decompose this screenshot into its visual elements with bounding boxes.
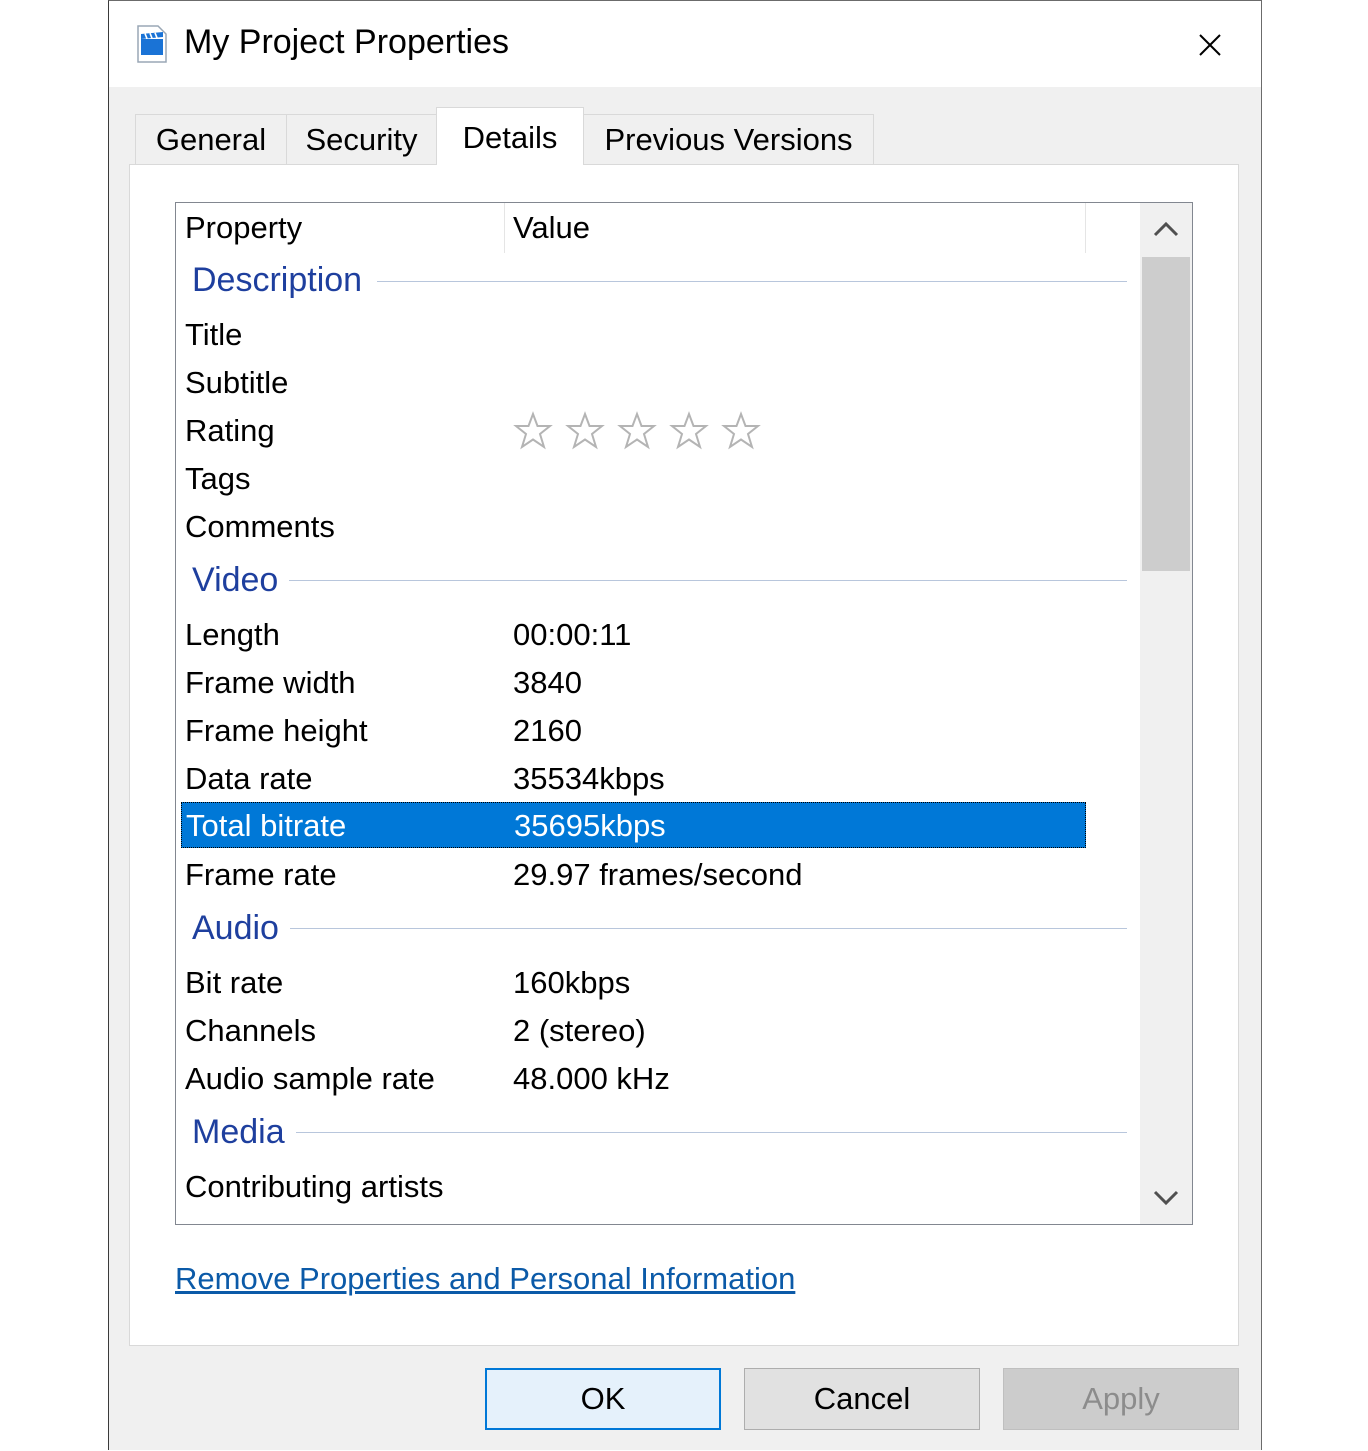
property-value: 2160	[513, 713, 582, 748]
property-value: 29.97 frames/second	[513, 857, 803, 892]
property-name: Length	[185, 617, 280, 652]
property-value: 160kbps	[513, 965, 631, 1000]
column-header-value[interactable]: Value	[513, 203, 590, 253]
group-header-description: Description	[192, 261, 363, 299]
group-header-video: Video	[192, 561, 279, 599]
property-row[interactable]: Contributing artists	[181, 1164, 1086, 1210]
title-bar: My Project Properties	[109, 1, 1261, 87]
property-row[interactable]: Channels 2 (stereo)	[181, 1008, 1086, 1054]
star-outline-icon[interactable]	[617, 411, 657, 451]
property-name: Comments	[185, 509, 335, 544]
column-header-property[interactable]: Property	[185, 203, 302, 253]
property-row[interactable]: Frame height 2160	[181, 708, 1086, 754]
tab-general[interactable]: General	[135, 114, 287, 164]
chevron-down-icon[interactable]	[1140, 1172, 1192, 1224]
star-outline-icon[interactable]	[565, 411, 605, 451]
column-separator[interactable]	[1085, 203, 1086, 253]
star-outline-icon[interactable]	[669, 411, 709, 451]
remove-properties-link[interactable]: Remove Properties and Personal Informati…	[175, 1261, 795, 1297]
group-header-audio: Audio	[192, 909, 279, 947]
property-row[interactable]: Comments	[181, 504, 1086, 550]
property-row[interactable]: Rating	[181, 408, 1086, 454]
group-divider	[290, 928, 1127, 929]
property-name: Frame rate	[185, 857, 337, 892]
cancel-button[interactable]: Cancel	[744, 1368, 980, 1430]
property-name: Audio sample rate	[185, 1061, 435, 1096]
property-value: 00:00:11	[513, 617, 632, 652]
property-row[interactable]: Frame width 3840	[181, 660, 1086, 706]
group-divider	[377, 281, 1127, 282]
star-outline-icon[interactable]	[721, 411, 761, 451]
property-name: Rating	[185, 413, 275, 448]
property-name: Frame width	[185, 665, 356, 700]
details-panel: Property Value Description Title Subtitl…	[129, 164, 1239, 1346]
tab-previous-versions[interactable]: Previous Versions	[583, 114, 874, 164]
property-row[interactable]: Title	[181, 312, 1086, 358]
chevron-up-icon[interactable]	[1140, 203, 1192, 255]
ok-button[interactable]: OK	[485, 1368, 721, 1430]
property-name: Contributing artists	[185, 1169, 444, 1204]
close-icon[interactable]	[1185, 23, 1235, 67]
video-file-icon	[137, 25, 167, 63]
property-name: Frame height	[185, 713, 368, 748]
scrollbar-thumb[interactable]	[1142, 257, 1190, 571]
group-header-media: Media	[192, 1113, 285, 1151]
property-name: Tags	[185, 461, 251, 496]
properties-dialog: My Project Properties General Security D…	[108, 0, 1262, 1450]
property-value: 48.000 kHz	[513, 1061, 670, 1096]
window-title: My Project Properties	[184, 23, 509, 61]
property-row-selected[interactable]: Total bitrate 35695kbps	[181, 802, 1086, 848]
property-name: Total bitrate	[186, 808, 347, 843]
column-separator[interactable]	[504, 203, 505, 253]
property-name: Title	[185, 317, 243, 352]
property-name: Subtitle	[185, 365, 289, 400]
properties-list[interactable]: Property Value Description Title Subtitl…	[175, 202, 1193, 1225]
property-name: Channels	[185, 1013, 316, 1048]
property-row[interactable]: Data rate 35534kbps	[181, 756, 1086, 802]
group-divider	[296, 1132, 1127, 1133]
tab-details[interactable]: Details	[436, 107, 584, 165]
property-value: 3840	[513, 665, 582, 700]
property-value: 2 (stereo)	[513, 1013, 646, 1048]
property-row[interactable]: Audio sample rate 48.000 kHz	[181, 1056, 1086, 1102]
property-value: 35695kbps	[514, 808, 666, 843]
property-name: Data rate	[185, 761, 313, 796]
property-row[interactable]: Frame rate 29.97 frames/second	[181, 852, 1086, 898]
property-value: 35534kbps	[513, 761, 665, 796]
property-row[interactable]: Tags	[181, 456, 1086, 502]
apply-button[interactable]: Apply	[1003, 1368, 1239, 1430]
star-outline-icon[interactable]	[513, 411, 553, 451]
tab-security[interactable]: Security	[286, 114, 437, 164]
vertical-scrollbar[interactable]	[1140, 203, 1192, 1224]
property-row[interactable]: Bit rate 160kbps	[181, 960, 1086, 1006]
rating-stars[interactable]	[513, 408, 761, 454]
group-divider	[289, 580, 1127, 581]
property-name: Bit rate	[185, 965, 284, 1000]
property-row[interactable]: Subtitle	[181, 360, 1086, 406]
property-row[interactable]: Length 00:00:11	[181, 612, 1086, 658]
